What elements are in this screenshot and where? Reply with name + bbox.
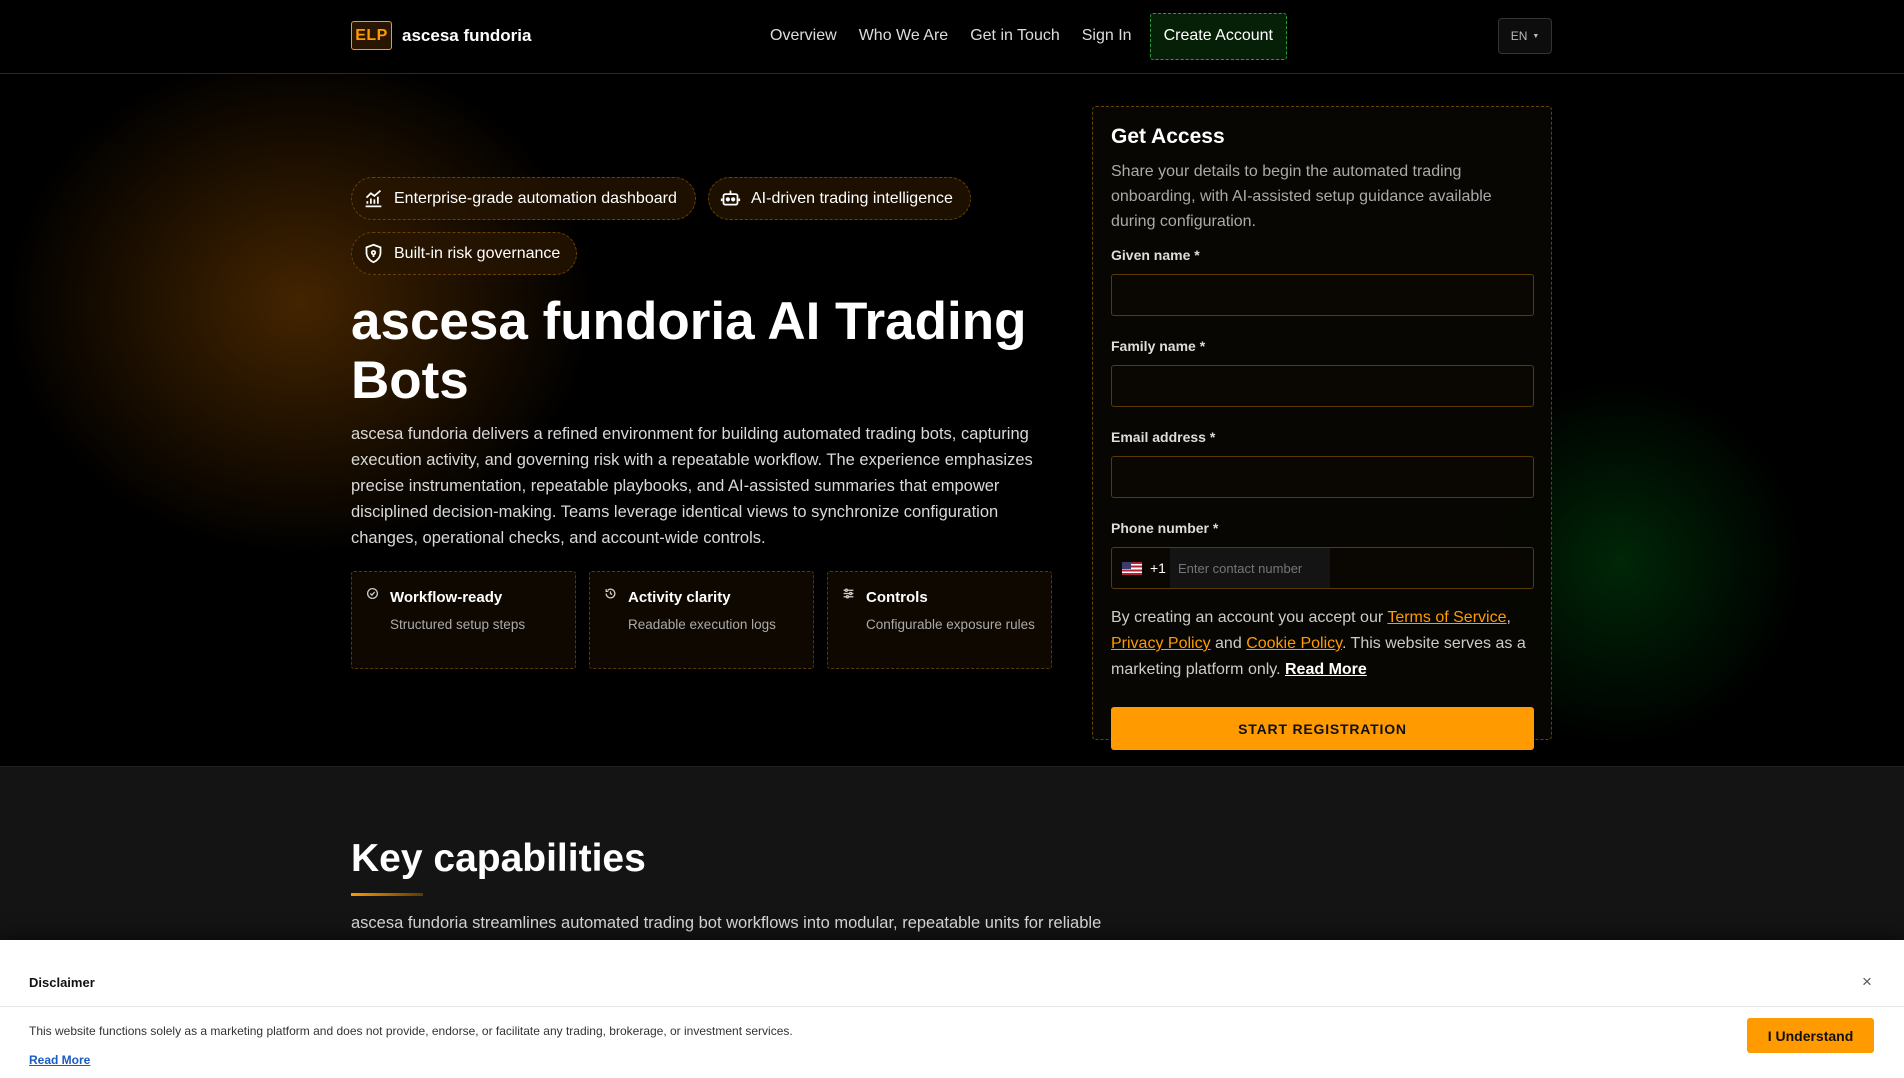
card-workflow-ready: Workflow-ready Structured setup steps (351, 571, 576, 669)
history-icon (605, 588, 616, 599)
section-title: Key capabilities (351, 837, 646, 880)
shield-icon (365, 243, 382, 264)
robot-icon (720, 190, 741, 206)
language-label: EN (1510, 29, 1528, 43)
nav-overview[interactable]: Overview (770, 12, 837, 60)
main-nav: Overview Who We Are Get in Touch Sign In… (770, 12, 1287, 60)
section-description: ascesa fundoria streamlines automated tr… (351, 914, 1102, 932)
pill-ai-intelligence: AI-driven trading intelligence (708, 177, 971, 220)
card-title: Workflow-ready (390, 589, 503, 606)
logo-text: ascesa fundoria (402, 25, 532, 45)
pill-label: Built-in risk governance (394, 244, 561, 262)
disclaimer-header: Disclaimer × (0, 964, 1904, 1007)
chart-icon (365, 189, 382, 208)
hero-title: ascesa fundoria AI Trading Bots (351, 292, 1027, 410)
dial-code: +1 (1150, 560, 1166, 576)
given-name-label: Given name * (1111, 247, 1200, 263)
pill-automation-dashboard: Enterprise-grade automation dashboard (351, 177, 696, 220)
disclaimer-panel: Disclaimer × This website functions sole… (0, 940, 1904, 1078)
disclaimer-text: This website functions solely as a marke… (29, 1024, 793, 1038)
given-name-input[interactable] (1111, 274, 1534, 316)
disclaimer-read-more-link[interactable]: Read More (29, 1053, 90, 1067)
terms-and: and (1215, 635, 1242, 652)
phone-field: +1 (1111, 547, 1534, 589)
card-subtitle: Readable execution logs (628, 617, 776, 632)
card-title: Controls (866, 589, 928, 606)
pill-label: Enterprise-grade automation dashboard (394, 189, 677, 207)
card-controls: Controls Configurable exposure rules (827, 571, 1052, 669)
disclaimer-banner: Disclaimer × This website functions sole… (0, 940, 1904, 1078)
chevron-down-icon: ▼ (1532, 32, 1540, 40)
card-activity-clarity: Activity clarity Readable execution logs (589, 571, 814, 669)
registration-form: Get Access Share your details to begin t… (1092, 106, 1552, 750)
hero-description: ascesa fundoria delivers a refined envir… (351, 425, 1033, 547)
terms-text: By creating an account you accept our Te… (1111, 609, 1526, 678)
read-more-link[interactable]: Read More (1285, 661, 1367, 678)
disclaimer-title: Disclaimer (29, 975, 95, 990)
pill-label: AI-driven trading intelligence (751, 189, 953, 207)
close-icon[interactable]: × (1862, 972, 1872, 992)
check-circle-icon (366, 587, 379, 600)
terms-of-service-link[interactable]: Terms of Service (1387, 609, 1506, 626)
logo[interactable]: ELP ascesa fundoria (351, 21, 531, 50)
nav-get-in-touch[interactable]: Get in Touch (970, 12, 1060, 60)
card-title: Activity clarity (628, 589, 731, 606)
terms-prefix: By creating an account you accept our (1111, 609, 1384, 626)
title-underline (351, 893, 423, 896)
language-selector[interactable]: EN ▼ (1498, 18, 1552, 54)
nav-sign-in[interactable]: Sign In (1082, 12, 1132, 60)
email-label: Email address * (1111, 429, 1216, 445)
sliders-icon (843, 588, 854, 599)
country-code-selector[interactable]: +1 (1112, 548, 1166, 588)
form-description: Share your details to begin the automate… (1111, 163, 1492, 230)
family-name-label: Family name * (1111, 338, 1206, 354)
privacy-policy-link[interactable]: Privacy Policy (1111, 635, 1211, 652)
family-name-input[interactable] (1111, 365, 1534, 407)
logo-mark: ELP (351, 21, 392, 50)
us-flag-icon (1122, 561, 1142, 575)
email-input[interactable] (1111, 456, 1534, 498)
cookie-policy-link[interactable]: Cookie Policy (1246, 635, 1342, 652)
pill-risk-governance: Built-in risk governance (351, 232, 577, 275)
card-subtitle: Configurable exposure rules (866, 617, 1035, 632)
create-account-button[interactable]: Create Account (1149, 12, 1287, 60)
phone-input[interactable] (1169, 548, 1330, 588)
form-title: Get Access (1111, 125, 1225, 148)
i-understand-button[interactable]: I Understand (1747, 1018, 1874, 1053)
card-subtitle: Structured setup steps (390, 617, 526, 632)
phone-label: Phone number * (1111, 520, 1219, 536)
site-header: ELP ascesa fundoria Overview Who We Are … (0, 0, 1904, 74)
nav-who-we-are[interactable]: Who We Are (859, 12, 949, 60)
start-registration-button[interactable]: START REGISTRATION (1111, 707, 1534, 750)
